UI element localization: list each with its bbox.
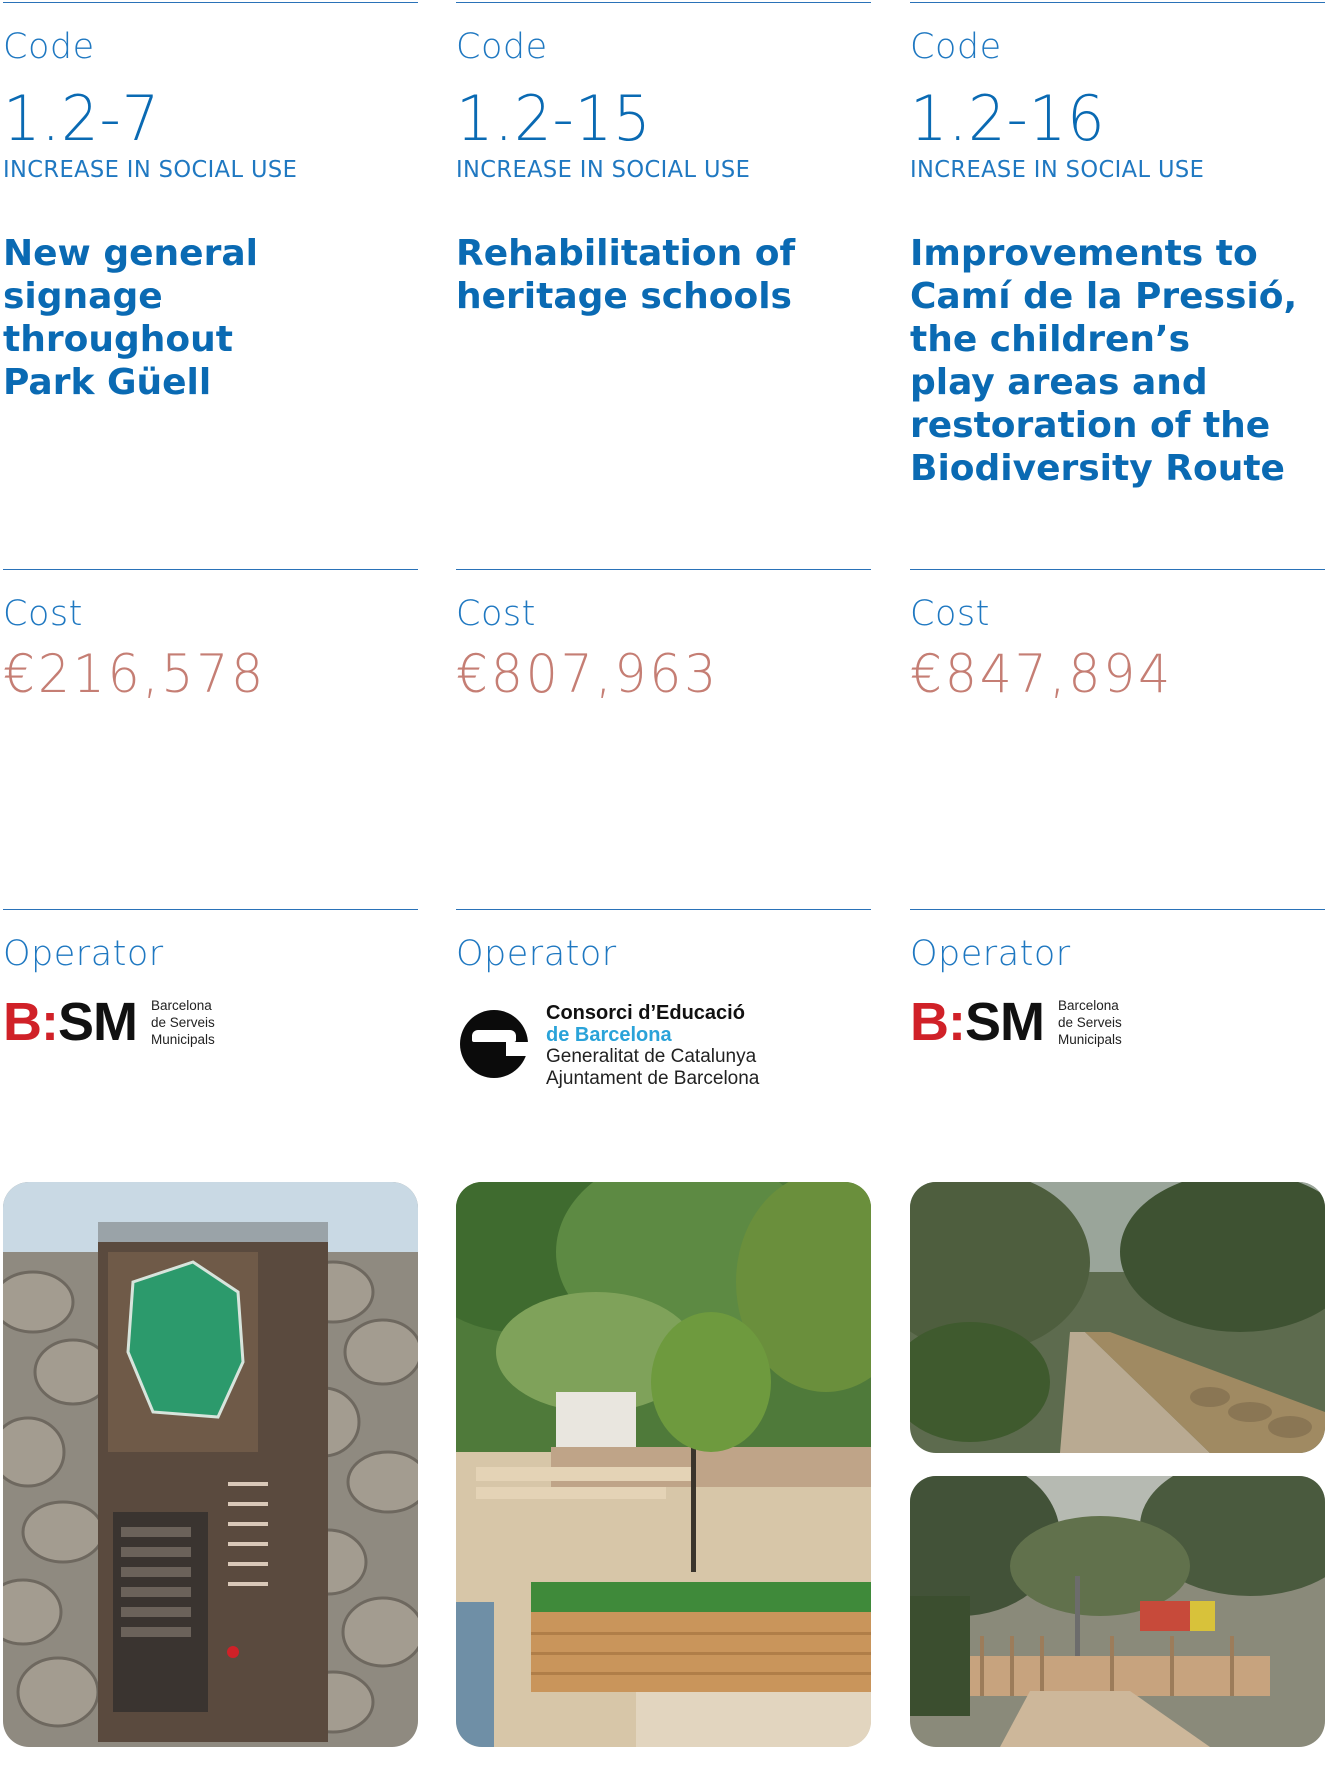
bsm-logo: B:SM Barcelona de Serveis Municipals <box>3 992 215 1052</box>
project-column-2: Code 1.2-15 INCREASE IN SOCIAL USE Rehab… <box>456 0 871 1777</box>
title-line: signage <box>3 276 163 317</box>
bsm-mark: B:SM <box>3 992 138 1052</box>
project-category: INCREASE IN SOCIAL USE <box>910 157 1205 183</box>
divider <box>910 2 1325 3</box>
divider <box>456 569 871 570</box>
project-code: 1.2-16 <box>910 82 1106 155</box>
schoolyard-photo <box>456 1182 871 1747</box>
project-cost: €847,894 <box>910 644 1174 705</box>
bsm-mark: B:SM <box>910 992 1045 1052</box>
operator-label: Operator <box>910 934 1071 974</box>
title-line: Camí de la Pressió, <box>910 276 1298 317</box>
code-label: Code <box>910 27 1002 67</box>
title-line: New general <box>3 233 258 274</box>
divider <box>456 2 871 3</box>
title-line: Improvements to <box>910 233 1258 274</box>
divider <box>910 569 1325 570</box>
project-title: New general signage throughout Park Güel… <box>3 232 418 404</box>
title-line: Biodiversity Route <box>910 448 1285 489</box>
e-logo-mark <box>460 1010 528 1078</box>
divider <box>3 909 418 910</box>
bsm-logo-text: Barcelona de Serveis Municipals <box>150 997 215 1047</box>
title-line: the children’s <box>910 319 1191 360</box>
title-line: Park Güell <box>3 362 212 403</box>
title-line: heritage schools <box>456 276 792 317</box>
project-column-3: Code 1.2-16 INCREASE IN SOCIAL USE Impro… <box>910 0 1325 1777</box>
divider <box>3 569 418 570</box>
cost-label: Cost <box>3 594 83 634</box>
project-column-1: Code 1.2-7 INCREASE IN SOCIAL USE New ge… <box>3 0 418 1777</box>
cost-label: Cost <box>456 594 536 634</box>
project-code: 1.2-7 <box>3 82 161 155</box>
project-category: INCREASE IN SOCIAL USE <box>456 157 751 183</box>
project-code: 1.2-15 <box>456 82 652 155</box>
consorci-educacio-logo: Consorci d’Educació de Barcelona General… <box>456 1002 776 1092</box>
project-cost: €216,578 <box>3 644 267 705</box>
title-line: restoration of the <box>910 405 1271 446</box>
divider <box>3 2 418 3</box>
divider <box>456 909 871 910</box>
code-label: Code <box>456 27 548 67</box>
project-title: Rehabilitation of heritage schools <box>456 232 871 318</box>
path-photo <box>910 1182 1325 1453</box>
divider <box>910 909 1325 910</box>
project-category: INCREASE IN SOCIAL USE <box>3 157 298 183</box>
consorci-logo-text: Consorci d’Educació de Barcelona General… <box>546 1002 760 1089</box>
bsm-logo: B:SM Barcelona de Serveis Municipals <box>910 992 1122 1052</box>
code-label: Code <box>3 27 95 67</box>
title-line: throughout <box>3 319 233 360</box>
bsm-logo-text: Barcelona de Serveis Municipals <box>1057 997 1122 1047</box>
project-cost: €807,963 <box>456 644 720 705</box>
cost-label: Cost <box>910 594 990 634</box>
title-line: Rehabilitation of <box>456 233 796 274</box>
project-title: Improvements to Camí de la Pressió, the … <box>910 232 1325 490</box>
signage-panel-photo <box>3 1182 418 1747</box>
title-line: play areas and <box>910 362 1208 403</box>
playground-photo <box>910 1476 1325 1747</box>
operator-label: Operator <box>456 934 617 974</box>
operator-label: Operator <box>3 934 164 974</box>
